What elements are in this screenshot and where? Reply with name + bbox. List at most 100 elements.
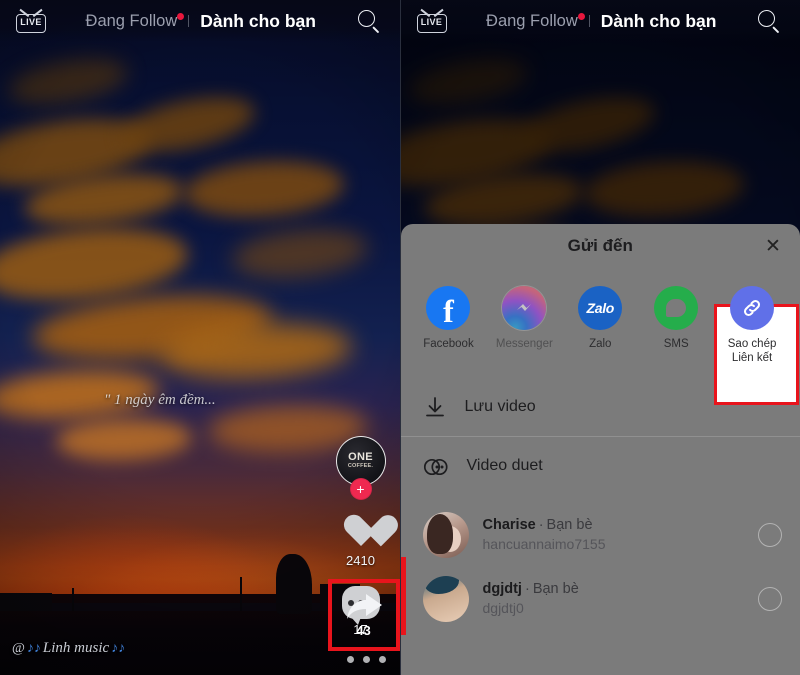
author-avatar-with-follow[interactable]: ONE COFFEE. + bbox=[335, 436, 386, 500]
friend-handle: hancuannaimo7155 bbox=[482, 536, 606, 553]
tab-following-label: Đang Follow bbox=[85, 11, 178, 30]
notification-dot bbox=[577, 12, 585, 20]
separator: · bbox=[538, 517, 544, 534]
avatar bbox=[422, 575, 469, 622]
friend-display-name: dgjdtj bbox=[482, 581, 522, 598]
list-item[interactable]: dgjdtj · Bạn bè dgjdtj0 bbox=[401, 567, 800, 631]
friends-list: Charise · Bạn bè hancuannaimo7155 dgjdtj · B… bbox=[401, 495, 800, 631]
friend-relation: Bạn bè bbox=[546, 517, 593, 534]
tab-for-you[interactable]: Dành cho bạn bbox=[191, 11, 325, 32]
search-ring bbox=[758, 10, 775, 27]
facebook-glyph: f bbox=[443, 292, 454, 329]
live-label: LIVE bbox=[420, 17, 443, 27]
tab-for-you-label: Dành cho bạn bbox=[200, 10, 316, 31]
like-count: 2410 bbox=[346, 553, 375, 568]
share-target-label: Sao chép Liên kết bbox=[728, 337, 777, 366]
page-dot bbox=[346, 656, 354, 663]
search-handle bbox=[371, 26, 379, 34]
tab-for-you-label: Dành cho bạn bbox=[600, 10, 717, 31]
friend-relation: Bạn bè bbox=[532, 581, 579, 598]
sms-icon[interactable] bbox=[654, 286, 699, 330]
search-ring bbox=[357, 10, 375, 27]
page-indicator-dots bbox=[346, 656, 386, 663]
share-sheet: Gửi đến ✕ f Facebook Messenger Zalo Zalo… bbox=[400, 224, 800, 675]
tab-following[interactable]: Đang Follow bbox=[477, 12, 587, 31]
share-target-label: Messenger bbox=[495, 338, 553, 350]
action-label: Video duet bbox=[466, 456, 543, 474]
link-chain-glyph bbox=[744, 299, 761, 317]
friend-display-name: Charise bbox=[482, 517, 536, 534]
share-target-messenger[interactable]: Messenger bbox=[486, 276, 562, 351]
tab-divider bbox=[188, 15, 190, 27]
live-icon[interactable]: LIVE bbox=[416, 8, 447, 34]
sms-bubble-cutout bbox=[666, 299, 687, 317]
facebook-icon[interactable]: f bbox=[426, 286, 471, 330]
friend-select-radio[interactable] bbox=[758, 522, 782, 547]
avatar-logo-line2: COFFEE. bbox=[347, 463, 374, 470]
messenger-bolt-glyph bbox=[517, 304, 532, 311]
share-target-copy-link[interactable]: Sao chép Liên kết bbox=[714, 276, 790, 366]
copy-link-label-line1: Sao chép bbox=[727, 338, 777, 350]
tab-following-label: Đang Follow bbox=[486, 11, 578, 30]
screenshot-stage: LIVE Đang Follow Dành cho bạn " 1 ngày ê… bbox=[0, 0, 800, 675]
search-icon[interactable] bbox=[756, 8, 782, 34]
separator: · bbox=[524, 581, 530, 598]
share-button-highlight[interactable]: 43 bbox=[327, 579, 400, 651]
duet-icon bbox=[423, 457, 449, 475]
tab-following[interactable]: Đang Follow bbox=[77, 12, 187, 31]
zalo-icon[interactable]: Zalo bbox=[578, 286, 623, 330]
left-phone-panel: LIVE Đang Follow Dành cho bạn " 1 ngày ê… bbox=[0, 0, 400, 675]
tab-for-you[interactable]: Dành cho bạn bbox=[592, 11, 726, 32]
close-icon[interactable]: ✕ bbox=[762, 235, 784, 257]
friend-info: dgjdtj · Bạn bè dgjdtj0 bbox=[483, 581, 745, 616]
friend-select-radio[interactable] bbox=[758, 586, 782, 611]
share-target-label: SMS bbox=[663, 338, 689, 350]
share-target-sms[interactable]: SMS bbox=[638, 276, 714, 351]
link-icon[interactable] bbox=[730, 286, 775, 330]
share-target-facebook[interactable]: f Facebook bbox=[411, 276, 487, 351]
action-video-duet[interactable]: Video duet bbox=[401, 437, 800, 495]
nav-tabs: Đang Follow Dành cho bạn bbox=[46, 11, 356, 32]
share-arrow-icon[interactable] bbox=[344, 592, 384, 622]
share-count: 43 bbox=[356, 623, 371, 638]
username-text: Linh music bbox=[42, 640, 110, 656]
zalo-glyph: Zalo bbox=[586, 300, 615, 316]
author-username[interactable]: @ ♪♪ Linh music ♪♪ bbox=[12, 640, 125, 657]
avatar-logo-line1: ONE bbox=[348, 451, 373, 464]
nav-tabs: Đang Follow Dành cho bạn bbox=[447, 11, 757, 32]
friend-handle: dgjdtj0 bbox=[482, 600, 524, 617]
share-target-zalo[interactable]: Zalo Zalo bbox=[562, 276, 638, 351]
music-note-icon: ♪♪ bbox=[111, 640, 126, 656]
tab-divider bbox=[588, 15, 590, 27]
notification-dot bbox=[177, 12, 185, 20]
avatar bbox=[422, 511, 469, 558]
right-phone-panel: LIVE Đang Follow Dành cho bạn Gửi đến ✕ … bbox=[399, 0, 800, 675]
top-navigation-bar: LIVE Đang Follow Dành cho bạn bbox=[400, 0, 800, 42]
top-navigation-bar: LIVE Đang Follow Dành cho bạn bbox=[0, 0, 400, 42]
at-symbol: @ bbox=[12, 640, 25, 656]
download-icon bbox=[423, 395, 447, 419]
friend-name-row: Charise · Bạn bè bbox=[483, 517, 745, 533]
heart-icon[interactable] bbox=[342, 516, 380, 550]
share-sheet-title: Gửi đến bbox=[567, 236, 633, 255]
share-target-label: Zalo bbox=[589, 338, 612, 350]
music-note-icon: ♪♪ bbox=[26, 640, 41, 656]
friend-name-row: dgjdtj · Bạn bè bbox=[483, 581, 745, 597]
live-label: LIVE bbox=[20, 17, 42, 27]
list-item[interactable]: Charise · Bạn bè hancuannaimo7155 bbox=[401, 503, 800, 567]
share-targets-row: f Facebook Messenger Zalo Zalo SMS Sao c… bbox=[401, 268, 800, 378]
messenger-icon[interactable] bbox=[502, 286, 547, 330]
live-icon[interactable]: LIVE bbox=[16, 8, 46, 34]
page-dot bbox=[362, 656, 370, 663]
page-dot bbox=[378, 656, 386, 663]
like-button[interactable]: 2410 bbox=[342, 516, 380, 568]
share-sheet-header: Gửi đến ✕ bbox=[401, 224, 800, 268]
search-icon[interactable] bbox=[356, 8, 382, 34]
share-highlight-edge bbox=[400, 557, 406, 635]
share-target-label: Facebook bbox=[423, 338, 474, 350]
action-label: Lưu video bbox=[464, 397, 536, 415]
copy-link-label-line2: Liên kết bbox=[731, 352, 773, 365]
follow-plus-button[interactable]: + bbox=[349, 478, 372, 500]
share-targets-wrap: f Facebook Messenger Zalo Zalo SMS Sao c… bbox=[401, 268, 800, 405]
friend-info: Charise · Bạn bè hancuannaimo7155 bbox=[483, 517, 745, 552]
